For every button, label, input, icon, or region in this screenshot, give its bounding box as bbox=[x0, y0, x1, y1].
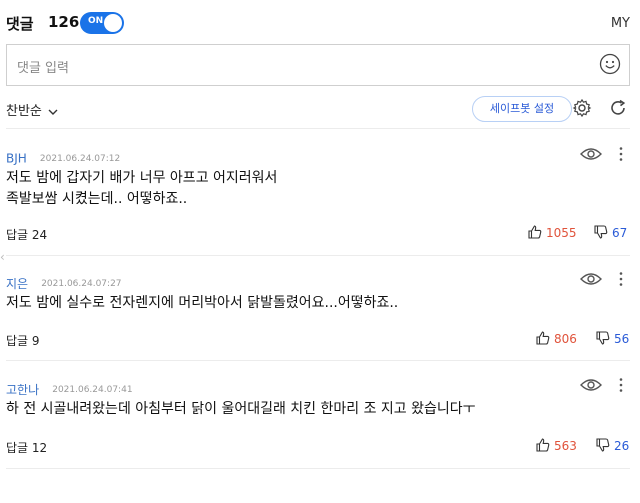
comments-count: 126 bbox=[48, 13, 80, 31]
comments-toggle[interactable]: ON bbox=[80, 12, 124, 34]
eye-icon[interactable] bbox=[580, 377, 602, 393]
refresh-icon[interactable] bbox=[608, 98, 628, 118]
comment-author[interactable]: 고한나 bbox=[6, 383, 39, 397]
thumbs-up-icon[interactable] bbox=[536, 331, 550, 345]
comment-item: 지은 2021.06.24.07:27 저도 밤에 실수로 전자렌지에 머리박아… bbox=[6, 271, 630, 353]
more-options-icon[interactable] bbox=[618, 146, 624, 162]
dislike-count: 67 bbox=[612, 226, 628, 240]
thumbs-down-icon[interactable] bbox=[594, 225, 608, 239]
like-count: 1055 bbox=[546, 226, 577, 240]
sort-dropdown[interactable]: 찬반순 bbox=[6, 100, 58, 119]
my-button[interactable]: MY bbox=[611, 16, 630, 31]
comment-author[interactable]: 지은 bbox=[6, 277, 28, 291]
emoji-icon[interactable] bbox=[599, 53, 621, 75]
comment-item: BJH 2021.06.24.07:12 저도 밤에 갑자기 배가 너무 아프고… bbox=[6, 146, 630, 248]
comment-text-line: 하 전 시골내려왔는데 아침부터 닭이 울어대길래 치킨 한마리 조 지고 왔습… bbox=[6, 401, 476, 417]
sort-label: 찬반순 bbox=[6, 104, 42, 119]
thumbs-down-icon[interactable] bbox=[596, 438, 610, 452]
more-options-icon[interactable] bbox=[618, 271, 624, 287]
collapse-handle-icon[interactable]: ‹ bbox=[0, 250, 10, 264]
dislike-count: 56 bbox=[614, 332, 630, 346]
like-count: 563 bbox=[554, 439, 577, 453]
safebot-settings-button[interactable]: 세이프봇 설정 bbox=[472, 96, 572, 122]
comment-date: 2021.06.24.07:27 bbox=[41, 278, 122, 289]
chevron-down-icon bbox=[48, 109, 58, 115]
divider bbox=[6, 468, 630, 469]
thumbs-up-icon[interactable] bbox=[528, 225, 542, 239]
comment-item: 고한나 2021.06.24.07:41 하 전 시골내려왔는데 아침부터 닭이… bbox=[6, 377, 630, 459]
more-options-icon[interactable] bbox=[618, 377, 624, 393]
comments-title: 댓글 bbox=[6, 15, 34, 33]
comment-input-placeholder: 댓글 입력 bbox=[17, 61, 69, 76]
comment-text-line: 저도 밤에 실수로 전자렌지에 머리박아서 닭발돌렸어요...어떻하죠.. bbox=[6, 295, 399, 311]
comment-author[interactable]: BJH bbox=[6, 152, 27, 166]
comment-header: 지은 2021.06.24.07:27 bbox=[6, 273, 122, 291]
comment-date: 2021.06.24.07:41 bbox=[52, 384, 133, 395]
comment-header: 고한나 2021.06.24.07:41 bbox=[6, 379, 133, 397]
comments-toolbar: 찬반순 세이프봇 설정 bbox=[6, 96, 630, 122]
toggle-knob bbox=[104, 14, 122, 32]
comment-date: 2021.06.24.07:12 bbox=[39, 153, 121, 164]
comment-input[interactable]: 댓글 입력 bbox=[6, 44, 630, 86]
eye-icon[interactable] bbox=[580, 146, 602, 162]
reply-count[interactable]: 답글 9 bbox=[6, 332, 40, 349]
comment-text-line: 족발보쌈 시켰는데.. 어떻하죠.. bbox=[6, 191, 188, 207]
divider bbox=[6, 360, 630, 361]
eye-icon[interactable] bbox=[580, 271, 602, 287]
divider bbox=[6, 128, 630, 129]
reply-count[interactable]: 답글 12 bbox=[6, 439, 47, 456]
toggle-label: ON bbox=[88, 16, 104, 26]
dislike-count: 26 bbox=[614, 439, 630, 453]
like-count: 806 bbox=[554, 332, 577, 346]
comments-header: 댓글 126 ON MY bbox=[6, 12, 630, 36]
reply-count[interactable]: 답글 24 bbox=[6, 226, 47, 243]
gear-icon[interactable] bbox=[572, 98, 592, 118]
comment-text-line: 저도 밤에 갑자기 배가 너무 아프고 어지러워서 bbox=[6, 170, 278, 186]
thumbs-up-icon[interactable] bbox=[536, 438, 550, 452]
divider bbox=[6, 255, 630, 256]
thumbs-down-icon[interactable] bbox=[596, 331, 610, 345]
comment-header: BJH 2021.06.24.07:12 bbox=[6, 148, 121, 166]
